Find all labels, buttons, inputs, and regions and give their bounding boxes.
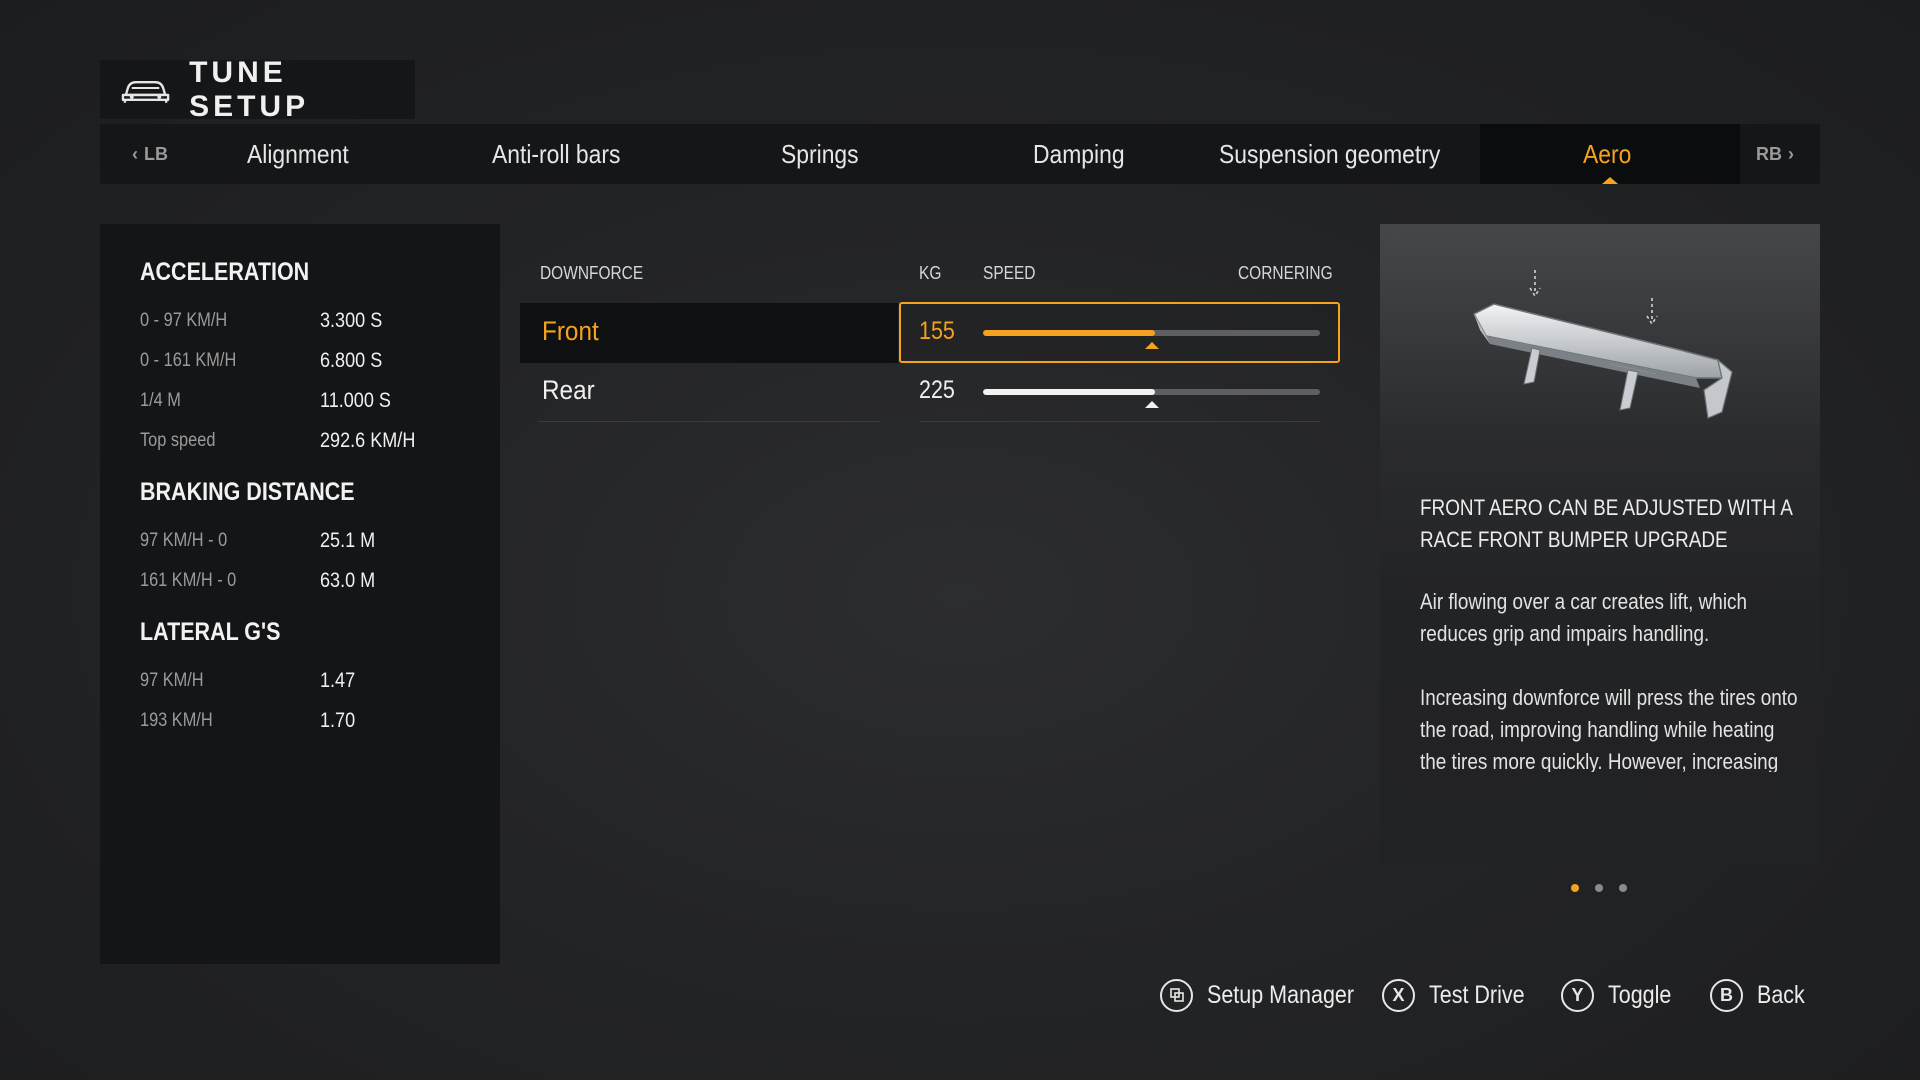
- downforce-header: DOWNFORCE: [540, 263, 644, 283]
- page-dot[interactable]: [1619, 884, 1627, 892]
- lb-label: LB: [144, 143, 168, 164]
- rear-value: 225: [919, 376, 955, 404]
- info-body: Air flowing over a car creates lift, whi…: [1420, 586, 1798, 772]
- stat-value: 6.800 S: [320, 349, 383, 372]
- braking-heading: BRAKING DISTANCE: [140, 478, 355, 506]
- tab-springs[interactable]: Springs: [695, 124, 955, 184]
- stat-value: 3.300 S: [320, 309, 383, 332]
- stat-label: 193 KM/H: [140, 710, 213, 731]
- info-pagination: [1571, 884, 1627, 892]
- front-slider-track[interactable]: [983, 330, 1320, 336]
- stat-value: 63.0 M: [320, 569, 376, 592]
- front-label: Front: [542, 316, 599, 346]
- front-value: 155: [919, 317, 955, 345]
- info-paragraph: Air flowing over a car creates lift, whi…: [1420, 589, 1748, 646]
- stat-value: 292.6 KM/H: [320, 429, 416, 452]
- front-default-marker: [1144, 342, 1159, 349]
- car-icon: [121, 80, 170, 103]
- row-divider: [919, 421, 1320, 422]
- x-button-icon: X: [1382, 978, 1415, 1012]
- rb-label: RB: [1756, 143, 1782, 164]
- y-button-icon: Y: [1561, 978, 1594, 1012]
- stat-label: 97 KM/H - 0: [140, 530, 228, 551]
- lateral-g-heading: LATERAL G'S: [140, 618, 281, 646]
- tab-aero[interactable]: Aero: [1480, 124, 1740, 184]
- chevron-right-icon: ›: [1788, 143, 1794, 164]
- front-slider-fill: [983, 330, 1155, 336]
- setup-manager-icon: [1160, 978, 1193, 1012]
- info-title: FRONT AERO CAN BE ADJUSTED WITH A RACE F…: [1420, 495, 1792, 552]
- tab-prev-button[interactable]: ‹ LB: [120, 124, 180, 184]
- test-drive-button[interactable]: X Test Drive: [1382, 975, 1540, 1015]
- page-dot[interactable]: [1595, 884, 1603, 892]
- rear-slider-fill: [983, 389, 1155, 395]
- info-panel: FRONT AERO CAN BE ADJUSTED WITH A RACE F…: [1380, 224, 1820, 864]
- speed-header: SPEED: [983, 263, 1036, 283]
- tab-next-button[interactable]: RB ›: [1745, 124, 1805, 184]
- info-paragraph: Increasing downforce will press the tire…: [1420, 685, 1798, 772]
- stat-label: 97 KM/H: [140, 670, 204, 691]
- performance-stats-panel: ACCELERATION 0 - 97 KM/H 3.300 S 0 - 161…: [100, 224, 500, 964]
- tab-bar: ‹ LB Alignment Anti-roll bars Springs Da…: [100, 124, 1820, 184]
- tab-alignment[interactable]: Alignment: [175, 124, 435, 184]
- tab-anti-roll-bars[interactable]: Anti-roll bars: [435, 124, 695, 184]
- chevron-left-icon: ‹: [132, 143, 138, 164]
- tab-damping[interactable]: Damping: [955, 124, 1215, 184]
- row-divider: [538, 421, 880, 422]
- page-header: TUNE SETUP: [100, 56, 415, 123]
- downforce-row-rear[interactable]: [520, 362, 900, 422]
- stat-label: 0 - 161 KM/H: [140, 350, 237, 371]
- b-button-icon: B: [1710, 978, 1743, 1012]
- stat-value: 1.47: [320, 669, 356, 692]
- stat-label: Top speed: [140, 430, 216, 451]
- rear-slider-track[interactable]: [983, 389, 1320, 395]
- rear-wing-icon: [1472, 270, 1733, 419]
- cornering-header: CORNERING: [1238, 263, 1333, 283]
- kg-header: KG: [919, 263, 942, 283]
- rear-default-marker: [1144, 401, 1159, 408]
- acceleration-heading: ACCELERATION: [140, 258, 310, 286]
- setup-manager-button[interactable]: Setup Manager: [1160, 975, 1378, 1015]
- stat-label: 0 - 97 KM/H: [140, 310, 228, 331]
- page-title: TUNE SETUP: [189, 55, 310, 123]
- stat-value: 25.1 M: [320, 529, 376, 552]
- tab-suspension-geometry[interactable]: Suspension geometry: [1215, 124, 1475, 184]
- stat-label: 161 KM/H - 0: [140, 570, 237, 591]
- back-button[interactable]: B Back: [1710, 975, 1813, 1015]
- active-tab-indicator: [1602, 177, 1618, 184]
- stat-label: 1/4 M: [140, 390, 181, 411]
- stat-value: 11.000 S: [320, 389, 391, 412]
- page-dot[interactable]: [1571, 884, 1579, 892]
- toggle-button[interactable]: Y Toggle: [1561, 975, 1682, 1015]
- stat-value: 1.70: [320, 709, 356, 732]
